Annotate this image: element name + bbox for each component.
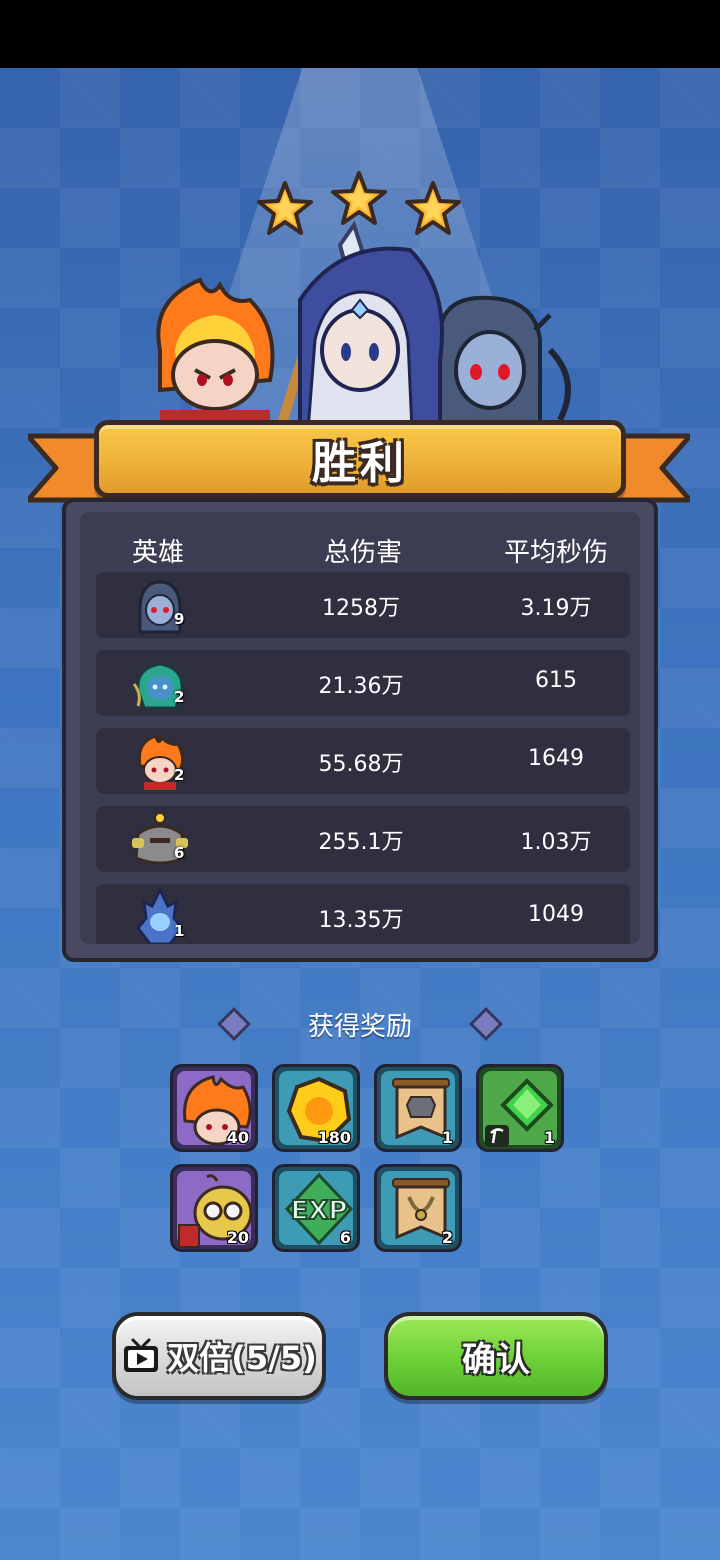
stats-row: 6 255.1万 1.03万 [96,806,630,872]
reward-item[interactable]: 1 [476,1064,564,1152]
total-damage-value: 21.36万 [318,674,404,699]
stats-row: 2 55.68万 1649 [96,728,630,794]
header-hero: 英雄 [132,538,185,568]
reward-count: 1 [543,1128,555,1147]
reward-item[interactable]: 20 [170,1164,258,1252]
header-total-damage: 总伤害 [324,538,403,568]
reward-item[interactable]: EXP 6 [272,1164,360,1252]
exp-label: EXP [291,1196,348,1226]
hero-level: 9 [174,610,185,628]
reward-item[interactable]: 2 [374,1164,462,1252]
avg-dps-value: 1649 [528,746,584,771]
avg-dps-value: 615 [535,668,577,693]
header-avg-dps: 平均秒伤 [504,538,609,568]
video-ad-icon [124,1338,159,1372]
avg-dps-value: 3.19万 [520,596,592,621]
confirm-label: 确认 [462,1339,530,1380]
reward-item[interactable]: 180 [272,1064,360,1152]
total-damage-value: 13.35万 [318,908,404,933]
fire-monkey-hero [156,277,275,430]
damage-stats-list[interactable]: 英雄 总伤害 平均秒伤 9 1258万 3.19万 2 21.36万 615 2… [80,512,640,944]
dark-elf-hero [438,295,571,430]
stats-row: 9 1258万 3.19万 [96,572,630,638]
victory-banner: 胜利 [94,420,626,498]
mvp-heroes-illustration [156,220,571,430]
hero-level: 2 [174,688,185,706]
reward-item[interactable]: 1 [374,1064,462,1152]
victory-title: 胜利 [312,438,408,489]
double-reward-label: 双倍(5/5) [167,1339,317,1377]
reward-item[interactable]: 40 [170,1064,258,1152]
total-damage-value: 255.1万 [318,830,404,855]
stats-header-row: 英雄 总伤害 平均秒伤 [80,520,640,572]
confirm-button[interactable]: 确认 [384,1312,608,1400]
ice-mage-hero [275,220,444,430]
double-reward-button[interactable]: 双倍(5/5) [112,1312,326,1400]
total-damage-value: 1258万 [322,596,400,621]
damage-stats-panel: 英雄 总伤害 平均秒伤 9 1258万 3.19万 2 21.36万 615 2… [62,498,658,962]
avg-dps-value: 1049 [528,902,584,927]
total-damage-value: 55.68万 [318,752,404,777]
reward-count: 180 [317,1128,351,1147]
reward-count: 40 [226,1128,249,1147]
reward-count: 20 [226,1228,249,1247]
status-bar [0,0,720,68]
hero-level: 1 [174,922,185,940]
reward-count: 6 [339,1228,351,1247]
stats-row: 2 21.36万 615 [96,650,630,716]
rewards-title: 获得奖励 [307,1012,412,1042]
avg-dps-value: 1.03万 [520,830,592,855]
hero-level: 2 [174,766,185,784]
reward-count: 2 [441,1228,453,1247]
reward-count: 1 [441,1128,453,1147]
stats-row: 1 13.35万 1049 [96,884,630,944]
hero-level: 6 [174,844,185,862]
